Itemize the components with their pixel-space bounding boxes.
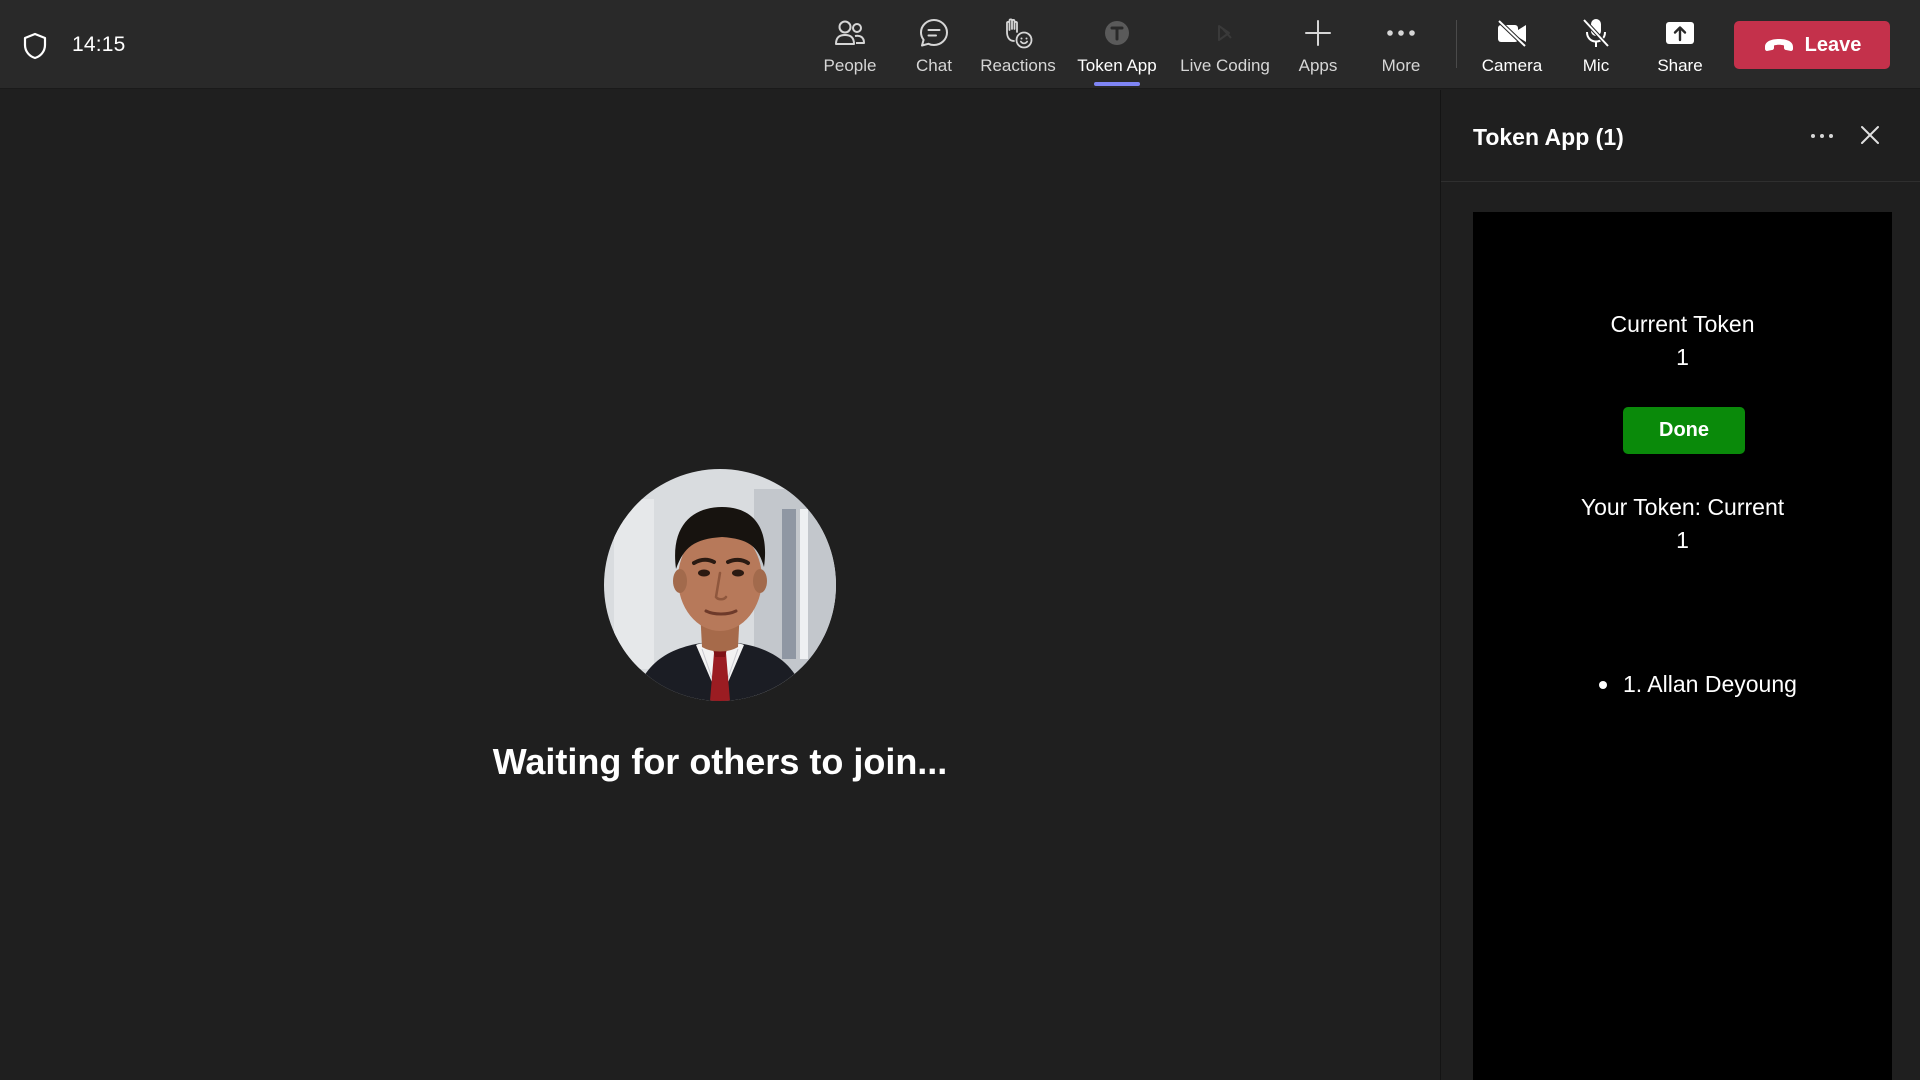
- reactions-button[interactable]: Reactions: [978, 0, 1058, 89]
- waiting-message: Waiting for others to join...: [492, 741, 948, 782]
- token-app-content: Current Token 1 Done Your Token: Current…: [1473, 212, 1892, 1080]
- shield-icon: [23, 32, 47, 60]
- token-app-label: Token App: [1077, 56, 1157, 75]
- hang-up-icon: [1764, 39, 1793, 51]
- current-token-label: Current Token: [1610, 311, 1755, 337]
- queue-item: 1. Allan Deyoung: [1599, 671, 1920, 698]
- meeting-timer: 14:15: [72, 33, 126, 56]
- apps-label: Apps: [1298, 56, 1338, 75]
- live-coding-icon: [1208, 16, 1242, 50]
- chat-icon: [917, 16, 951, 50]
- meeting-toolbar: 14:15 People Chat Reactions Token App Li…: [0, 0, 1920, 89]
- active-tab-indicator: [1094, 82, 1140, 86]
- done-button[interactable]: Done: [1623, 407, 1745, 454]
- apps-button[interactable]: Apps: [1292, 0, 1344, 89]
- meeting-stage: Waiting for others to join...: [0, 90, 1440, 1080]
- chat-button[interactable]: Chat: [904, 0, 964, 89]
- plus-icon: [1301, 16, 1335, 50]
- raise-hand-icon: [1001, 16, 1035, 50]
- more-dots-icon: [1384, 16, 1418, 50]
- close-icon[interactable]: [1857, 122, 1883, 148]
- participant-avatar: [604, 469, 836, 701]
- share-label: Share: [1657, 56, 1703, 75]
- mic-off-icon: [1579, 16, 1613, 50]
- chat-label: Chat: [916, 56, 952, 75]
- bullet-icon: [1599, 681, 1607, 689]
- leave-button[interactable]: Leave: [1734, 21, 1890, 69]
- people-icon: [833, 16, 867, 50]
- live-coding-label: Live Coding: [1180, 56, 1270, 75]
- camera-button[interactable]: Camera: [1482, 0, 1542, 89]
- people-label: People: [823, 56, 877, 75]
- reactions-label: Reactions: [980, 56, 1056, 75]
- queue-item-text: 1. Allan Deyoung: [1623, 671, 1797, 697]
- camera-off-icon: [1495, 16, 1529, 50]
- leave-label: Leave: [1804, 33, 1862, 56]
- current-token-value: 1: [1676, 344, 1689, 370]
- token-app-panel: Token App (1) Current Token 1 Done Your …: [1440, 90, 1920, 1080]
- your-token-label: Your Token: Current: [1580, 494, 1785, 520]
- camera-label: Camera: [1481, 56, 1543, 75]
- panel-title: Token App (1): [1473, 124, 1624, 150]
- panel-more-icon[interactable]: [1807, 124, 1837, 148]
- mic-button[interactable]: Mic: [1574, 0, 1618, 89]
- more-label: More: [1381, 56, 1421, 75]
- panel-header: Token App (1): [1441, 90, 1920, 182]
- share-button[interactable]: Share: [1654, 0, 1706, 89]
- token-queue-list: 1. Allan Deyoung: [1473, 671, 1892, 698]
- people-button[interactable]: People: [820, 0, 880, 89]
- mic-label: Mic: [1582, 56, 1610, 75]
- token-app-icon: [1100, 16, 1134, 50]
- toolbar-divider: [1456, 20, 1457, 68]
- token-app-button[interactable]: Token App: [1074, 0, 1160, 89]
- share-screen-icon: [1663, 16, 1697, 50]
- your-token-value: 1: [1676, 527, 1689, 553]
- more-button[interactable]: More: [1376, 0, 1426, 89]
- live-coding-button[interactable]: Live Coding: [1180, 0, 1270, 89]
